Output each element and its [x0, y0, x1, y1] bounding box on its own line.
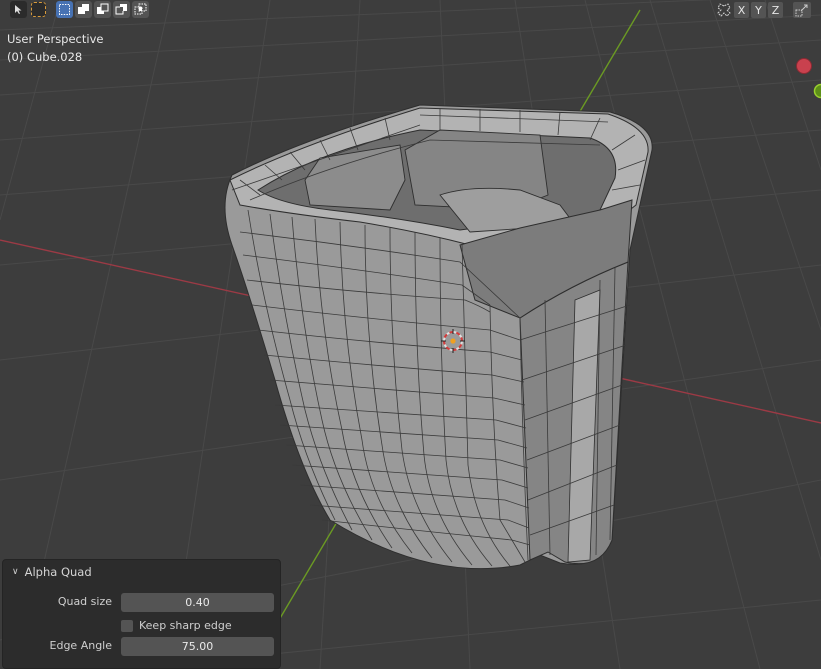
gizmo-y-axis-icon[interactable] — [813, 83, 821, 99]
butterfly-mirror-icon[interactable] — [715, 2, 732, 18]
quad-size-row: Quad size 0.40 — [3, 593, 282, 613]
gizmo-x-axis-icon[interactable] — [796, 58, 812, 74]
panel-header[interactable]: ∨ Alpha Quad — [3, 560, 280, 584]
keep-sharp-row: Keep sharp edge — [3, 617, 282, 637]
select-box-icon[interactable] — [31, 2, 46, 17]
edge-angle-field[interactable]: 75.00 — [121, 637, 274, 656]
cursor-arrow-icon[interactable] — [10, 1, 27, 18]
panel-title: Alpha Quad — [24, 565, 92, 579]
select-mode-toolbar — [10, 1, 149, 18]
chevron-down-icon: ∨ — [12, 567, 19, 577]
select-extend-icon[interactable] — [75, 1, 92, 18]
edge-angle-row: Edge Angle 75.00 — [3, 637, 282, 657]
mirror-z-button[interactable]: Z — [768, 2, 783, 18]
select-new-icon[interactable] — [56, 1, 73, 18]
mirror-y-button[interactable]: Y — [751, 2, 766, 18]
mirror-axis-toolbar: X Y Z — [715, 2, 811, 18]
select-subtract-icon[interactable] — [94, 1, 111, 18]
edge-angle-label: Edge Angle — [49, 639, 112, 652]
mirror-x-button[interactable]: X — [734, 2, 749, 18]
active-object-label: (0) Cube.028 — [7, 50, 83, 64]
keep-sharp-checkbox[interactable] — [121, 620, 133, 632]
quad-size-field[interactable]: 0.40 — [121, 593, 274, 612]
select-invert-icon[interactable] — [113, 1, 130, 18]
transform-gizmo-icon[interactable] — [793, 2, 811, 18]
mesh-object[interactable] — [224, 104, 653, 570]
operator-redo-panel: ∨ Alpha Quad Quad size 0.40 Keep sharp e… — [2, 559, 281, 669]
view-name-label: User Perspective — [7, 32, 104, 46]
quad-size-label: Quad size — [57, 595, 112, 608]
keep-sharp-label: Keep sharp edge — [139, 619, 232, 632]
select-intersect-icon[interactable] — [132, 1, 149, 18]
